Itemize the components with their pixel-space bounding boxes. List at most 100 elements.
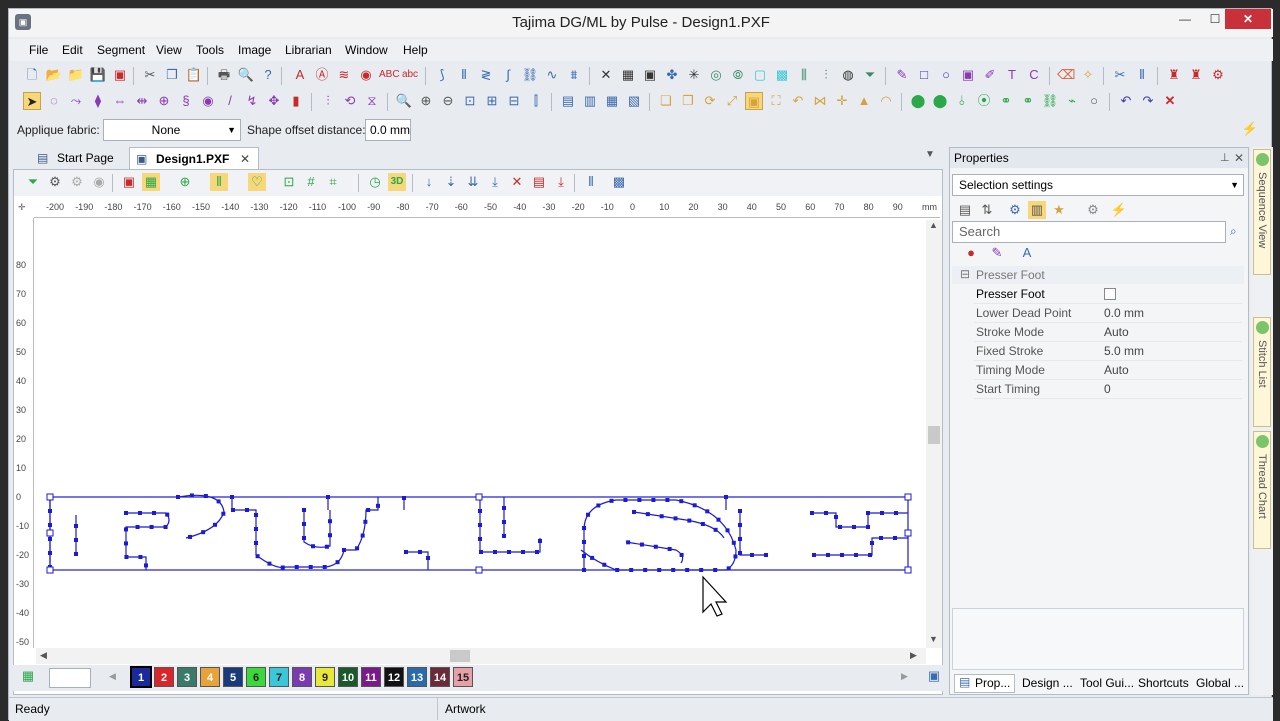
open-folder-icon[interactable]: 📂	[45, 66, 63, 84]
property-row[interactable]: Fixed Stroke 5.0 mm	[974, 342, 1242, 361]
menu-tools[interactable]: Tools	[196, 43, 224, 57]
needle-icon[interactable]: ↯	[243, 92, 261, 110]
property-row[interactable]: Timing Mode Auto	[974, 361, 1242, 380]
thread-swatch-10[interactable]: 10	[338, 667, 358, 687]
thread-swatch-13[interactable]: 13	[407, 667, 427, 687]
applique-icon[interactable]: ✤	[663, 66, 681, 84]
close-tab-icon[interactable]: ✕	[240, 148, 250, 170]
marker-icon[interactable]: ▮	[287, 92, 305, 110]
paste-icon[interactable]: 📋	[185, 66, 203, 84]
search-icon[interactable]: ⌕	[1230, 224, 1237, 239]
menu-librarian[interactable]: Librarian	[285, 43, 332, 57]
help-icon[interactable]: ?	[259, 66, 277, 84]
stitch-properties-icon[interactable]: ●	[962, 244, 980, 262]
selection-settings-select[interactable]: Selection settings ▼	[952, 174, 1244, 196]
new-file-icon[interactable]: 🗋	[23, 66, 41, 84]
quick-icon[interactable]: ⚡	[1110, 201, 1128, 219]
thread-swatch-9[interactable]: 9	[315, 667, 335, 687]
filter-icon[interactable]: ⏷	[861, 66, 879, 84]
grid-toggle-icon[interactable]: ▦	[142, 173, 160, 191]
thread-swatch-4[interactable]: 4	[200, 667, 220, 687]
edit-icon[interactable]: ✐	[981, 66, 999, 84]
machine-icon[interactable]: ♜	[1165, 66, 1183, 84]
rectangle-icon[interactable]: □	[915, 66, 933, 84]
tab-shortcuts[interactable]: Shortcuts	[1138, 676, 1189, 690]
scissors-icon[interactable]: ✂	[1111, 66, 1129, 84]
step-end-icon[interactable]: ⤓	[552, 173, 570, 191]
sew-order-icon[interactable]: ⇹	[133, 92, 151, 110]
s-curve-icon[interactable]: §	[177, 92, 195, 110]
vertical-scrollbar[interactable]: ▲ ▼	[926, 220, 942, 648]
tab-global[interactable]: Global ...	[1196, 676, 1244, 690]
open-recent-icon[interactable]: 📁	[67, 66, 85, 84]
node-icon[interactable]: ⧫	[89, 92, 107, 110]
thread-swatch-7[interactable]: 7	[269, 667, 289, 687]
stitch-view-icon[interactable]: ⫴	[210, 173, 228, 191]
distribute-icon[interactable]: ⋈	[811, 92, 829, 110]
guides-icon[interactable]: ⌗	[324, 173, 342, 191]
tab-properties[interactable]: ▤ Prop...	[954, 674, 1016, 693]
property-row[interactable]: Stroke Mode Auto	[974, 323, 1242, 342]
wave-icon[interactable]: ∿	[543, 66, 561, 84]
column-tool-icon[interactable]: ≋	[335, 66, 353, 84]
close-button[interactable]: ✕	[1225, 9, 1271, 29]
disabled-icon[interactable]: ⚙	[68, 173, 86, 191]
pattern-icon[interactable]: ▩	[773, 66, 791, 84]
property-value[interactable]: Auto	[1100, 361, 1129, 379]
thread-swatch-5[interactable]: 5	[223, 667, 243, 687]
menu-image[interactable]: Image	[238, 43, 271, 57]
save-icon[interactable]: 💾	[89, 66, 107, 84]
grid-icon[interactable]: #	[302, 173, 320, 191]
fit-icon[interactable]: ⊡	[461, 92, 479, 110]
palette-icon[interactable]: ▦	[19, 667, 37, 685]
pen-properties-icon[interactable]: ✎	[988, 244, 1006, 262]
step-1-icon[interactable]: ↓	[420, 173, 438, 191]
tab-design[interactable]: Design ...	[1022, 676, 1073, 690]
ellipse-icon[interactable]: ○	[937, 66, 955, 84]
split-icon[interactable]: ⫴	[1133, 66, 1151, 84]
text-properties-icon[interactable]: A	[1018, 244, 1036, 262]
pick-icon[interactable]: ✥	[265, 92, 283, 110]
zoom-in-icon[interactable]: ⊕	[417, 92, 435, 110]
scroll-left-icon[interactable]: ◀	[40, 650, 47, 661]
fringe-icon[interactable]: ⫶	[817, 66, 835, 84]
thread-swatch-1[interactable]: 1	[130, 666, 152, 688]
pin-icon[interactable]: ⊥	[1220, 148, 1230, 168]
lock-icon[interactable]: ▦	[603, 92, 621, 110]
property-value[interactable]: 0.0 mm	[1100, 304, 1144, 322]
spiral-icon[interactable]: ◎	[707, 66, 725, 84]
star-icon[interactable]: ✳	[685, 66, 703, 84]
menu-segment[interactable]: Segment	[97, 43, 145, 57]
thread-swatch-2[interactable]: 2	[154, 667, 174, 687]
green-hook-icon[interactable]: ⌁	[1063, 92, 1081, 110]
copy-segment-icon[interactable]: ❏	[657, 92, 675, 110]
thread-swatch-6[interactable]: 6	[246, 667, 266, 687]
applique-fabric-select[interactable]: None ▼	[103, 119, 241, 141]
pen-icon[interactable]: ✎	[893, 66, 911, 84]
eye-icon[interactable]: ◉	[199, 92, 217, 110]
green-trim-icon[interactable]: ⫰	[953, 92, 971, 110]
show-image-icon[interactable]: ▣	[120, 173, 138, 191]
panel-close-icon[interactable]: ✕	[1234, 148, 1244, 168]
tab-thread-chart[interactable]: Thread Chart	[1253, 431, 1271, 549]
knife-icon[interactable]: /	[221, 92, 239, 110]
categorized-icon[interactable]: ▤	[956, 201, 974, 219]
link-icon[interactable]: ⛓	[521, 66, 539, 84]
align-icon[interactable]: ⫶	[319, 92, 337, 110]
steil-tool-icon[interactable]: A	[291, 66, 309, 84]
favorite-star-icon[interactable]: ★	[1050, 201, 1068, 219]
globe-icon[interactable]: ◍	[839, 66, 857, 84]
mirror-icon[interactable]: ⧖	[363, 92, 381, 110]
tab-design1[interactable]: ▣ Design1.PXF ✕	[129, 147, 259, 169]
menu-window[interactable]: Window	[345, 43, 388, 57]
property-row[interactable]: Start Timing 0	[974, 380, 1242, 399]
rotate-icon[interactable]: ⟲	[341, 92, 359, 110]
text-abc-icon[interactable]: ABC	[379, 66, 400, 84]
bars-icon[interactable]: ⫼	[795, 66, 813, 84]
zigzag-icon[interactable]: ≷	[477, 66, 495, 84]
print-icon[interactable]: 🖶	[215, 66, 233, 84]
collapse-icon[interactable]: ⊟	[960, 267, 970, 281]
design-canvas[interactable]	[36, 220, 926, 648]
pattern-grid-icon[interactable]: ▩	[610, 173, 628, 191]
frame-select-icon[interactable]: ▣	[745, 92, 763, 110]
